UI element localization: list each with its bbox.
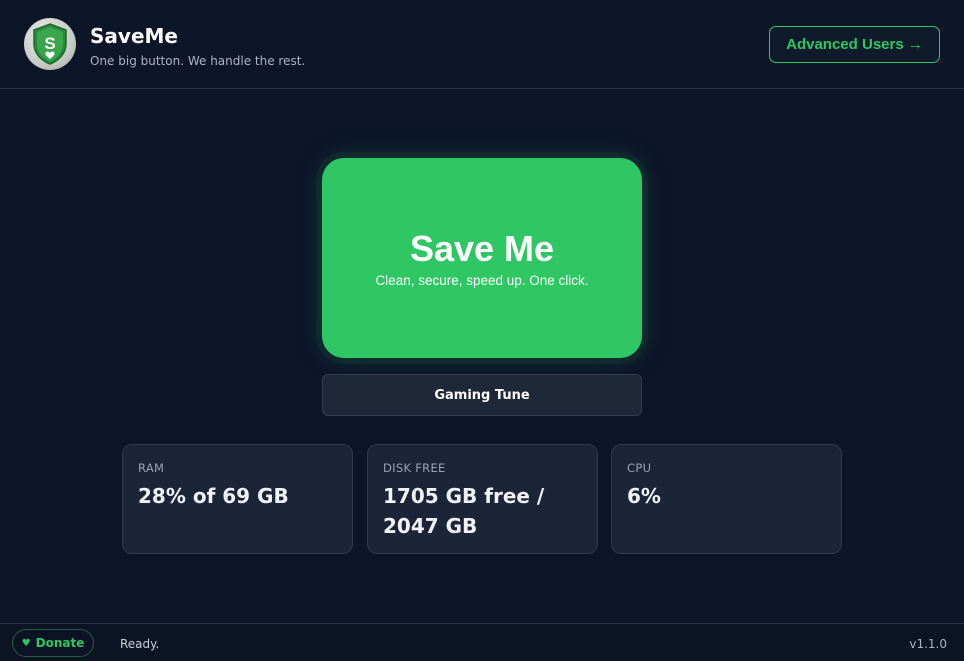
status-bar: ♥ Donate Ready. v1.1.0	[0, 623, 964, 661]
heart-icon: ♥	[21, 637, 31, 649]
svg-text:S: S	[44, 34, 55, 53]
stat-card-disk: DISK FREE 1705 GB free / 2047 GB	[367, 444, 598, 554]
stat-value: 28% of 69 GB	[138, 484, 289, 508]
stat-value: 6%	[627, 484, 661, 508]
header: S SaveMe One big button. We handle the r…	[0, 0, 964, 89]
app-title: SaveMe	[90, 24, 178, 48]
donate-label: Donate	[35, 636, 85, 650]
app-subtitle: One big button. We handle the rest.	[90, 54, 306, 68]
stat-value: 1705 GB free / 2047 GB	[383, 484, 545, 538]
save-me-subtitle: Clean, secure, speed up. One click.	[375, 272, 589, 288]
advanced-users-button[interactable]: Advanced Users →	[769, 26, 940, 63]
stat-label: DISK FREE	[383, 461, 446, 475]
save-me-title: Save Me	[409, 227, 555, 269]
app-window: S SaveMe One big button. We handle the r…	[0, 0, 964, 661]
status-text: Ready.	[120, 637, 160, 651]
stat-card-ram: RAM 28% of 69 GB	[122, 444, 353, 554]
save-me-button[interactable]: Save Me Clean, secure, speed up. One cli…	[322, 158, 642, 358]
shield-logo-icon: S	[24, 18, 76, 70]
stat-card-cpu: CPU 6%	[611, 444, 842, 554]
version-text: v1.1.0	[909, 637, 947, 651]
stat-label: RAM	[138, 461, 165, 475]
gaming-tune-button[interactable]: Gaming Tune	[322, 374, 642, 416]
stat-label: CPU	[627, 461, 652, 475]
donate-button[interactable]: ♥ Donate	[12, 629, 94, 657]
